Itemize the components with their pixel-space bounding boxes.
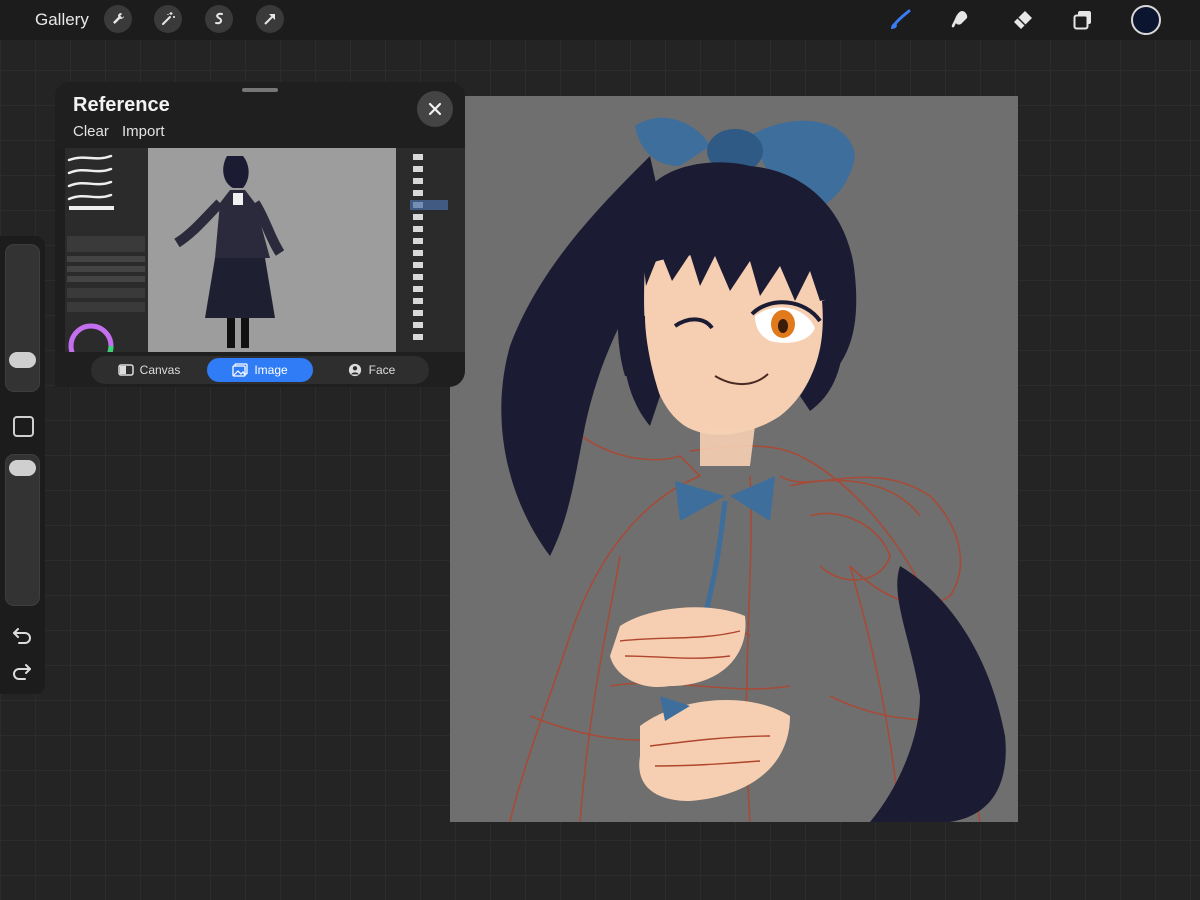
reference-title: Reference [73,94,170,116]
import-button[interactable]: Import [122,123,165,140]
reference-panel: Reference Clear Import Canvas Image Face [55,82,465,387]
tab-canvas-label: Canvas [139,363,181,377]
reference-source-tabs: Canvas Image Face [91,356,429,384]
wrench-icon[interactable] [104,5,132,33]
layers-icon[interactable] [1069,6,1097,34]
undo-icon[interactable] [11,624,33,646]
reference-screenshot [55,148,465,352]
image-icon [232,363,248,377]
close-icon [428,102,442,116]
close-button[interactable] [417,91,453,127]
tab-canvas[interactable]: Canvas [93,358,205,382]
opacity-thumb[interactable] [9,460,36,476]
brush-size-thumb[interactable] [9,352,36,368]
gallery-button[interactable]: Gallery [35,10,89,30]
clear-button[interactable]: Clear [73,123,109,140]
canvas-icon [117,364,134,376]
smudge-icon[interactable] [946,6,974,34]
top-toolbar: Gallery [0,0,1200,40]
redo-icon[interactable] [11,660,33,682]
tab-image-label: Image [254,363,288,377]
brush-icon[interactable] [886,6,914,34]
face-icon [348,363,361,377]
tab-face-label: Face [368,363,396,377]
square-modify-button[interactable] [13,416,34,437]
panel-grabber[interactable] [242,88,278,92]
artwork [501,117,1006,822]
reference-image[interactable] [55,148,465,352]
drawing-canvas[interactable] [450,96,1018,822]
tab-image[interactable]: Image [207,358,313,382]
opacity-slider[interactable] [5,454,40,606]
brush-size-slider[interactable] [5,244,40,392]
color-picker-swatch[interactable] [1131,5,1161,35]
eraser-icon[interactable] [1008,6,1036,34]
selection-icon[interactable] [205,5,233,33]
magic-wand-icon[interactable] [154,5,182,33]
tab-face[interactable]: Face [315,358,427,382]
left-sidebar [0,236,45,694]
transform-arrow-icon[interactable] [256,5,284,33]
